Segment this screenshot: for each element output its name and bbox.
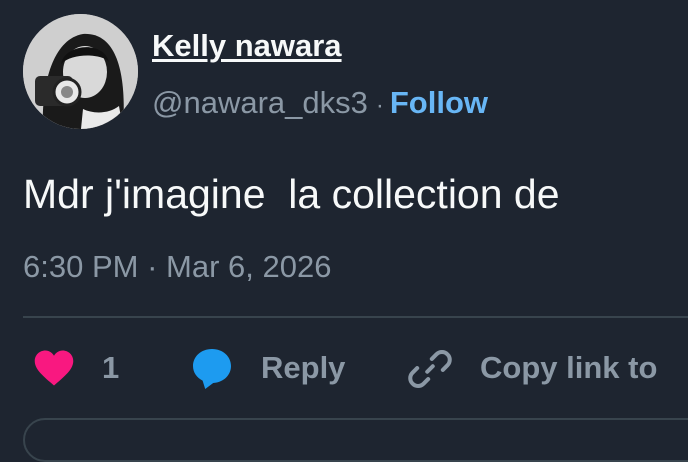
copy-link-button[interactable]: Copy link to xyxy=(480,350,657,386)
action-bar: 1 Reply Copy link to xyxy=(0,340,688,400)
tweet-time: 6:30 PM xyxy=(23,249,139,284)
link-icon[interactable] xyxy=(408,347,452,391)
user-handle: @nawara_dks3 xyxy=(152,85,368,120)
follow-button[interactable]: Follow xyxy=(390,85,488,120)
handle-row: @nawara_dks3 · Follow xyxy=(152,84,488,125)
reply-button[interactable]: Reply xyxy=(261,350,345,386)
timestamp-separator: · xyxy=(147,249,158,284)
avatar-image xyxy=(23,14,138,129)
tweet-timestamp[interactable]: 6:30 PM · Mar 6, 2026 xyxy=(23,247,331,287)
avatar[interactable] xyxy=(23,14,138,129)
read-replies-box[interactable] xyxy=(23,418,688,462)
user-name-link[interactable]: Kelly nawara xyxy=(152,28,342,64)
heart-icon[interactable] xyxy=(33,348,75,388)
divider xyxy=(23,316,688,318)
like-count: 1 xyxy=(102,350,120,385)
tweet-text: Mdr j'imagine la collection de xyxy=(23,171,560,217)
reply-bubble-icon[interactable] xyxy=(188,344,236,392)
separator-dot: · xyxy=(375,92,384,119)
tweet-date: Mar 6, 2026 xyxy=(166,249,332,284)
